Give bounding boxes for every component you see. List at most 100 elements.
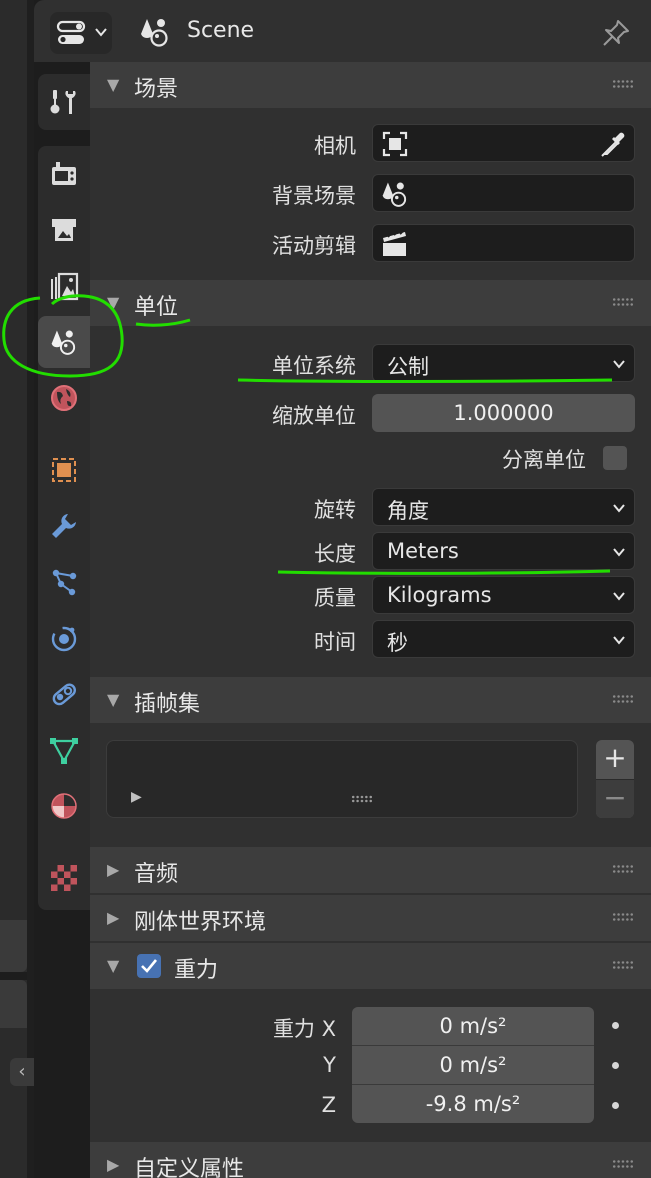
mesh-data-icon	[50, 738, 78, 764]
unit-system-label: 单位系统	[272, 354, 356, 378]
tab-material[interactable]	[38, 780, 90, 832]
chevron-down-icon	[613, 548, 625, 557]
properties-main: ▼ 场景 相机 背景场景 活动剪辑 ▼ 单位 单位系统 公制 缩放单位 1.00…	[90, 62, 651, 1178]
scene-icon	[51, 330, 76, 355]
gravity-x-label: 重力 X	[272, 1017, 336, 1041]
unit-scale-label: 缩放单位	[272, 404, 356, 428]
animate-property-dot-icon[interactable]	[612, 1022, 619, 1029]
panel-header-custom-properties[interactable]: ▶ 自定义属性	[90, 1142, 651, 1178]
remove-keying-set-button[interactable]: −	[596, 780, 634, 818]
world-icon	[51, 385, 77, 411]
tab-object[interactable]	[38, 444, 90, 496]
gravity-enable-checkbox[interactable]	[137, 954, 161, 978]
length-value: Meters	[387, 539, 459, 563]
texture-icon	[51, 865, 77, 891]
tab-tool[interactable]	[38, 76, 90, 128]
panel-collapsed-icon: ▶	[107, 860, 120, 879]
panel-title: 自定义属性	[134, 1157, 245, 1178]
time-label: 时间	[314, 630, 356, 654]
time-dropdown[interactable]: 秒	[372, 620, 635, 658]
separate-units-checkbox[interactable]	[603, 446, 627, 470]
panel-expanded-icon: ▼	[107, 293, 120, 312]
tab-texture[interactable]	[38, 852, 90, 904]
animate-property-dot-icon[interactable]	[612, 1102, 619, 1109]
context-breadcrumb: Scene	[187, 18, 255, 43]
drag-grip-icon[interactable]	[612, 297, 634, 307]
panel-header-units[interactable]: ▼ 单位	[90, 280, 651, 326]
chevron-down-icon	[613, 636, 625, 645]
physics-icon	[51, 626, 77, 652]
chevron-down-icon	[95, 28, 107, 37]
camera-field[interactable]	[372, 124, 635, 162]
panel-expanded-icon: ▼	[107, 956, 120, 975]
gravity-y-field[interactable]: 0 m/s²	[352, 1046, 594, 1084]
tab-view-layer[interactable]	[38, 260, 90, 312]
tab-data[interactable]	[38, 724, 90, 776]
panel-collapsed-icon: ▶	[107, 908, 120, 927]
unit-system-dropdown[interactable]: 公制	[372, 344, 635, 382]
scene-icon	[382, 182, 407, 207]
editor-type-icon	[56, 20, 86, 44]
eyedropper-icon[interactable]	[598, 129, 628, 159]
mass-label: 质量	[314, 586, 356, 610]
particles-icon	[52, 569, 77, 596]
rotation-dropdown[interactable]: 角度	[372, 488, 635, 526]
properties-header: Scene	[34, 0, 651, 62]
drag-grip-icon[interactable]	[612, 1159, 634, 1169]
pin-icon[interactable]	[601, 18, 631, 48]
tab-render[interactable]	[38, 148, 90, 200]
panel-collapsed-icon: ▶	[107, 1155, 120, 1174]
active-clip-field[interactable]	[372, 224, 635, 262]
output-icon	[52, 219, 76, 241]
tab-world[interactable]	[38, 372, 90, 424]
panel-title: 场景	[134, 77, 179, 102]
mass-value: Kilograms	[387, 583, 492, 607]
tab-modifiers[interactable]	[38, 500, 90, 552]
gravity-z-field[interactable]: -9.8 m/s²	[352, 1085, 594, 1123]
mass-dropdown[interactable]: Kilograms	[372, 576, 635, 614]
keying-sets-list[interactable]: ▶	[106, 740, 578, 818]
background-scene-label: 背景场景	[272, 184, 356, 208]
drag-grip-icon[interactable]	[612, 912, 634, 922]
unit-scale-field[interactable]: 1.000000	[372, 394, 635, 432]
tab-particles[interactable]	[38, 556, 90, 608]
tool-icon	[50, 90, 76, 114]
panel-title: 音频	[134, 862, 179, 887]
gravity-y-label: Y	[323, 1053, 336, 1077]
tab-constraints[interactable]	[38, 668, 90, 720]
tab-output[interactable]	[38, 204, 90, 256]
list-resize-grip-icon[interactable]	[351, 795, 373, 803]
panel-header-keying-sets[interactable]: ▼ 插帧集	[90, 677, 651, 723]
gravity-vector-field: 0 m/s² 0 m/s² -9.8 m/s²	[352, 1007, 594, 1123]
constraints-icon	[52, 683, 77, 706]
neighbour-gap	[0, 972, 27, 980]
panel-header-gravity[interactable]: ▼ 重力	[90, 943, 651, 989]
drag-grip-icon[interactable]	[612, 960, 634, 970]
drag-grip-icon[interactable]	[612, 694, 634, 704]
background-scene-field[interactable]	[372, 174, 635, 212]
rotation-label: 旋转	[314, 498, 356, 522]
panel-title: 重力	[174, 958, 219, 983]
drag-grip-icon[interactable]	[612, 79, 634, 89]
collapse-arrow-icon[interactable]: ‹	[10, 1058, 34, 1086]
editor-type-button[interactable]	[50, 12, 112, 54]
animate-property-dot-icon[interactable]	[612, 1062, 619, 1069]
rotation-value: 角度	[387, 499, 429, 523]
panel-header-rigid-body-world[interactable]: ▶ 刚体世界环境	[90, 895, 651, 941]
chevron-down-icon	[613, 360, 625, 369]
unit-system-value: 公制	[387, 355, 429, 379]
gravity-x-field[interactable]: 0 m/s²	[352, 1007, 594, 1045]
list-expand-icon[interactable]: ▶	[131, 789, 142, 805]
keying-sets-buttons: + −	[596, 740, 634, 818]
panel-header-audio[interactable]: ▶ 音频	[90, 847, 651, 893]
panel-expanded-icon: ▼	[107, 690, 120, 709]
tab-physics[interactable]	[38, 612, 90, 664]
drag-grip-icon[interactable]	[612, 864, 634, 874]
chevron-down-icon	[613, 504, 625, 513]
chevron-down-icon	[613, 592, 625, 601]
panel-header-scene[interactable]: ▼ 场景	[90, 62, 651, 108]
length-dropdown[interactable]: Meters	[372, 532, 635, 570]
tab-scene[interactable]	[38, 316, 90, 368]
add-keying-set-button[interactable]: +	[596, 740, 634, 778]
camera-label: 相机	[314, 134, 356, 158]
